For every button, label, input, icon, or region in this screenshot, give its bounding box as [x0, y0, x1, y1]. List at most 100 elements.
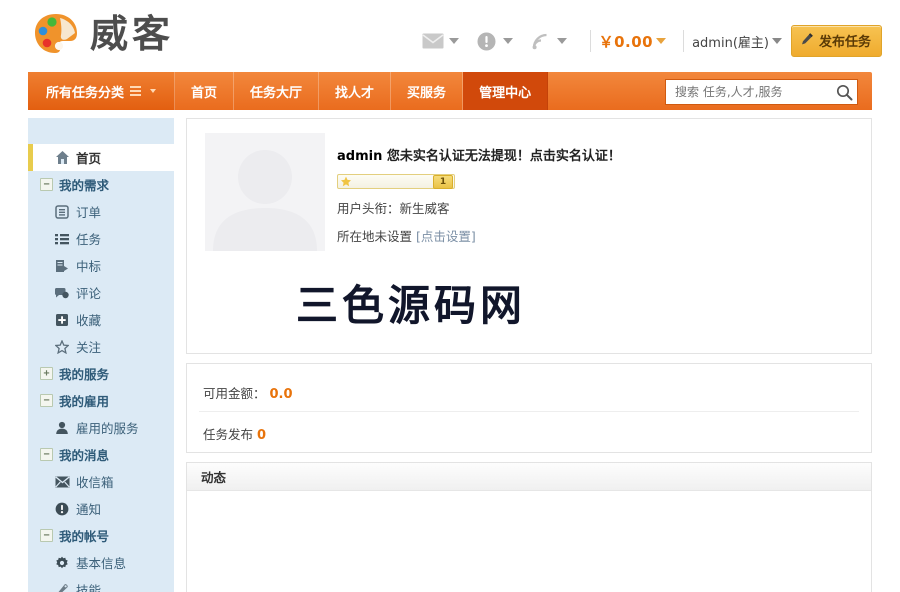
sidebar-item-inbox[interactable]: 收信箱 — [28, 468, 174, 495]
palette-icon — [30, 8, 82, 60]
home-icon — [54, 150, 70, 166]
user-title-line: 用户头衔：新生威客 — [337, 201, 450, 216]
collapse-icon[interactable]: − — [40, 394, 53, 407]
sidebar-item-orders-label: 订单 — [76, 205, 102, 220]
verify-alert-text: 您未实名认证无法提现！点击实名认证！ — [386, 149, 621, 164]
favorite-icon — [54, 312, 70, 328]
collapse-icon[interactable]: − — [40, 529, 53, 542]
sidebar-item-winning-bid[interactable]: 中标 — [28, 252, 174, 279]
pencil-icon — [800, 32, 814, 49]
sidebar-item-notice[interactable]: 通知 — [28, 495, 174, 522]
sidebar-group-my-services[interactable]: + 我的服务 — [28, 360, 174, 387]
account-balance[interactable]: ￥0.00 — [599, 31, 654, 52]
nav-item-task-hall[interactable]: 任务大厅 — [234, 72, 320, 110]
main-column: admin 您未实名认证无法提现！点击实名认证！ 1 用户头衔：新生威客 所在地… — [186, 118, 872, 592]
sidebar-item-comments[interactable]: 评论 — [28, 279, 174, 306]
comment-icon — [54, 285, 70, 301]
sidebar-item-follow[interactable]: 关注 — [28, 333, 174, 360]
alert-icon-group[interactable] — [474, 30, 522, 52]
rss-dropdown-caret[interactable] — [556, 38, 567, 44]
list-icon — [54, 231, 70, 247]
sidebar-item-home[interactable]: 首页 — [28, 144, 174, 171]
mail-dropdown-caret[interactable] — [448, 38, 459, 44]
alert-icon[interactable] — [474, 30, 500, 52]
tasks-row: 任务发布 0 — [203, 424, 266, 443]
level-star-icon — [339, 175, 353, 188]
sidebar-item-skills[interactable]: 技能 — [28, 576, 174, 592]
sidebar-item-tasks-label: 任务 — [76, 232, 102, 247]
profile-panel: admin 您未实名认证无法提现！点击实名认证！ 1 用户头衔：新生威客 所在地… — [186, 118, 872, 354]
nav-categories-label: 所有任务分类 — [45, 85, 124, 101]
level-number: 1 — [433, 174, 453, 189]
sidebar-group-my-messages[interactable]: − 我的消息 — [28, 441, 174, 468]
collapse-icon[interactable]: − — [40, 178, 53, 191]
collapse-icon[interactable]: − — [40, 448, 53, 461]
expand-icon[interactable]: + — [40, 367, 53, 380]
sidebar-group-my-account-label: 我的帐号 — [59, 529, 110, 544]
stats-panel: 可用金额： 0.0 任务发布 0 — [186, 363, 872, 453]
user-dropdown-caret[interactable] — [771, 38, 782, 44]
search-box[interactable] — [665, 79, 858, 105]
site-header: 威客 ￥0.00 admin(雇主) 发布任务 — [0, 0, 900, 72]
verify-alert[interactable]: admin 您未实名认证无法提现！点击实名认证！ — [337, 145, 837, 164]
sidebar-item-follow-label: 关注 — [76, 340, 102, 355]
sidebar-group-my-hires-label: 我的雇用 — [59, 394, 110, 409]
nav-all-categories[interactable]: 所有任务分类 — [28, 72, 175, 110]
dynamic-panel: 动态 — [186, 462, 872, 592]
profile-info: admin 您未实名认证无法提现！点击实名认证！ 1 用户头衔：新生威客 所在地… — [337, 145, 837, 245]
sidebar-item-tasks[interactable]: 任务 — [28, 225, 174, 252]
nav-item-management-center[interactable]: 管理中心 — [463, 72, 549, 110]
inbox-icon — [54, 474, 70, 490]
rss-icon-group[interactable] — [528, 30, 576, 52]
skill-icon — [54, 582, 70, 592]
search-icon[interactable] — [835, 83, 853, 101]
gear-icon — [54, 555, 70, 571]
page-root: 威客 ￥0.00 admin(雇主) 发布任务 所有任务分类 首页 任务大厅 找… — [0, 0, 900, 592]
sidebar-item-home-label: 首页 — [76, 151, 102, 166]
search-input[interactable] — [673, 84, 835, 100]
sidebar-item-favorites[interactable]: 收藏 — [28, 306, 174, 333]
content-area: 首页 − 我的需求 订单 任务 中标 评论 收藏 关注 + 我的服务 − 我的雇… — [28, 118, 872, 592]
sidebar-group-my-messages-label: 我的消息 — [59, 448, 110, 463]
divider — [199, 411, 859, 412]
rss-icon[interactable] — [528, 30, 554, 52]
sidebar-group-my-demands-label: 我的需求 — [59, 178, 110, 193]
sidebar-item-winning-bid-label: 中标 — [76, 259, 102, 274]
sidebar-item-skills-label: 技能 — [76, 583, 102, 592]
username-label[interactable]: admin(雇主) — [692, 32, 769, 51]
alert-dropdown-caret[interactable] — [502, 38, 513, 44]
sidebar-item-orders[interactable]: 订单 — [28, 198, 174, 225]
sidebar-item-basic-info-label: 基本信息 — [76, 556, 127, 571]
site-logo[interactable]: 威客 — [30, 8, 174, 60]
nav-item-find-talent[interactable]: 找人才 — [319, 72, 392, 110]
location-line: 所在地未设置 [点击设置] — [337, 226, 837, 245]
sidebar-item-favorites-label: 收藏 — [76, 313, 102, 328]
mail-icon[interactable] — [420, 30, 446, 52]
balance-value: 0.0 — [269, 387, 293, 402]
sidebar-group-my-hires[interactable]: − 我的雇用 — [28, 387, 174, 414]
location-text: 所在地未设置 — [337, 229, 413, 244]
balance-row: 可用金额： 0.0 — [203, 383, 293, 402]
sidebar-item-hired-services-label: 雇用的服务 — [76, 421, 139, 436]
avatar[interactable] — [205, 133, 325, 251]
set-location-link[interactable]: [点击设置] — [416, 229, 476, 244]
sidebar-item-inbox-label: 收信箱 — [76, 475, 114, 490]
sidebar-item-basic-info[interactable]: 基本信息 — [28, 549, 174, 576]
dynamic-panel-title: 动态 — [187, 463, 871, 491]
bid-icon — [54, 258, 70, 274]
sidebar-item-hired-services[interactable]: 雇用的服务 — [28, 414, 174, 441]
sidebar: 首页 − 我的需求 订单 任务 中标 评论 收藏 关注 + 我的服务 − 我的雇… — [28, 118, 174, 592]
publish-task-button[interactable]: 发布任务 — [790, 25, 882, 57]
sidebar-group-my-account[interactable]: − 我的帐号 — [28, 522, 174, 549]
mail-icon-group[interactable] — [420, 30, 468, 52]
star-icon — [54, 339, 70, 355]
nav-item-home[interactable]: 首页 — [175, 72, 235, 110]
order-icon — [54, 204, 70, 220]
nav-item-buy-service[interactable]: 买服务 — [391, 72, 464, 110]
publish-task-label: 发布任务 — [818, 34, 871, 49]
dynamic-panel-body — [187, 491, 871, 592]
menu-icon — [130, 86, 141, 96]
balance-dropdown-caret[interactable] — [656, 38, 667, 44]
sidebar-group-my-demands[interactable]: − 我的需求 — [28, 171, 174, 198]
